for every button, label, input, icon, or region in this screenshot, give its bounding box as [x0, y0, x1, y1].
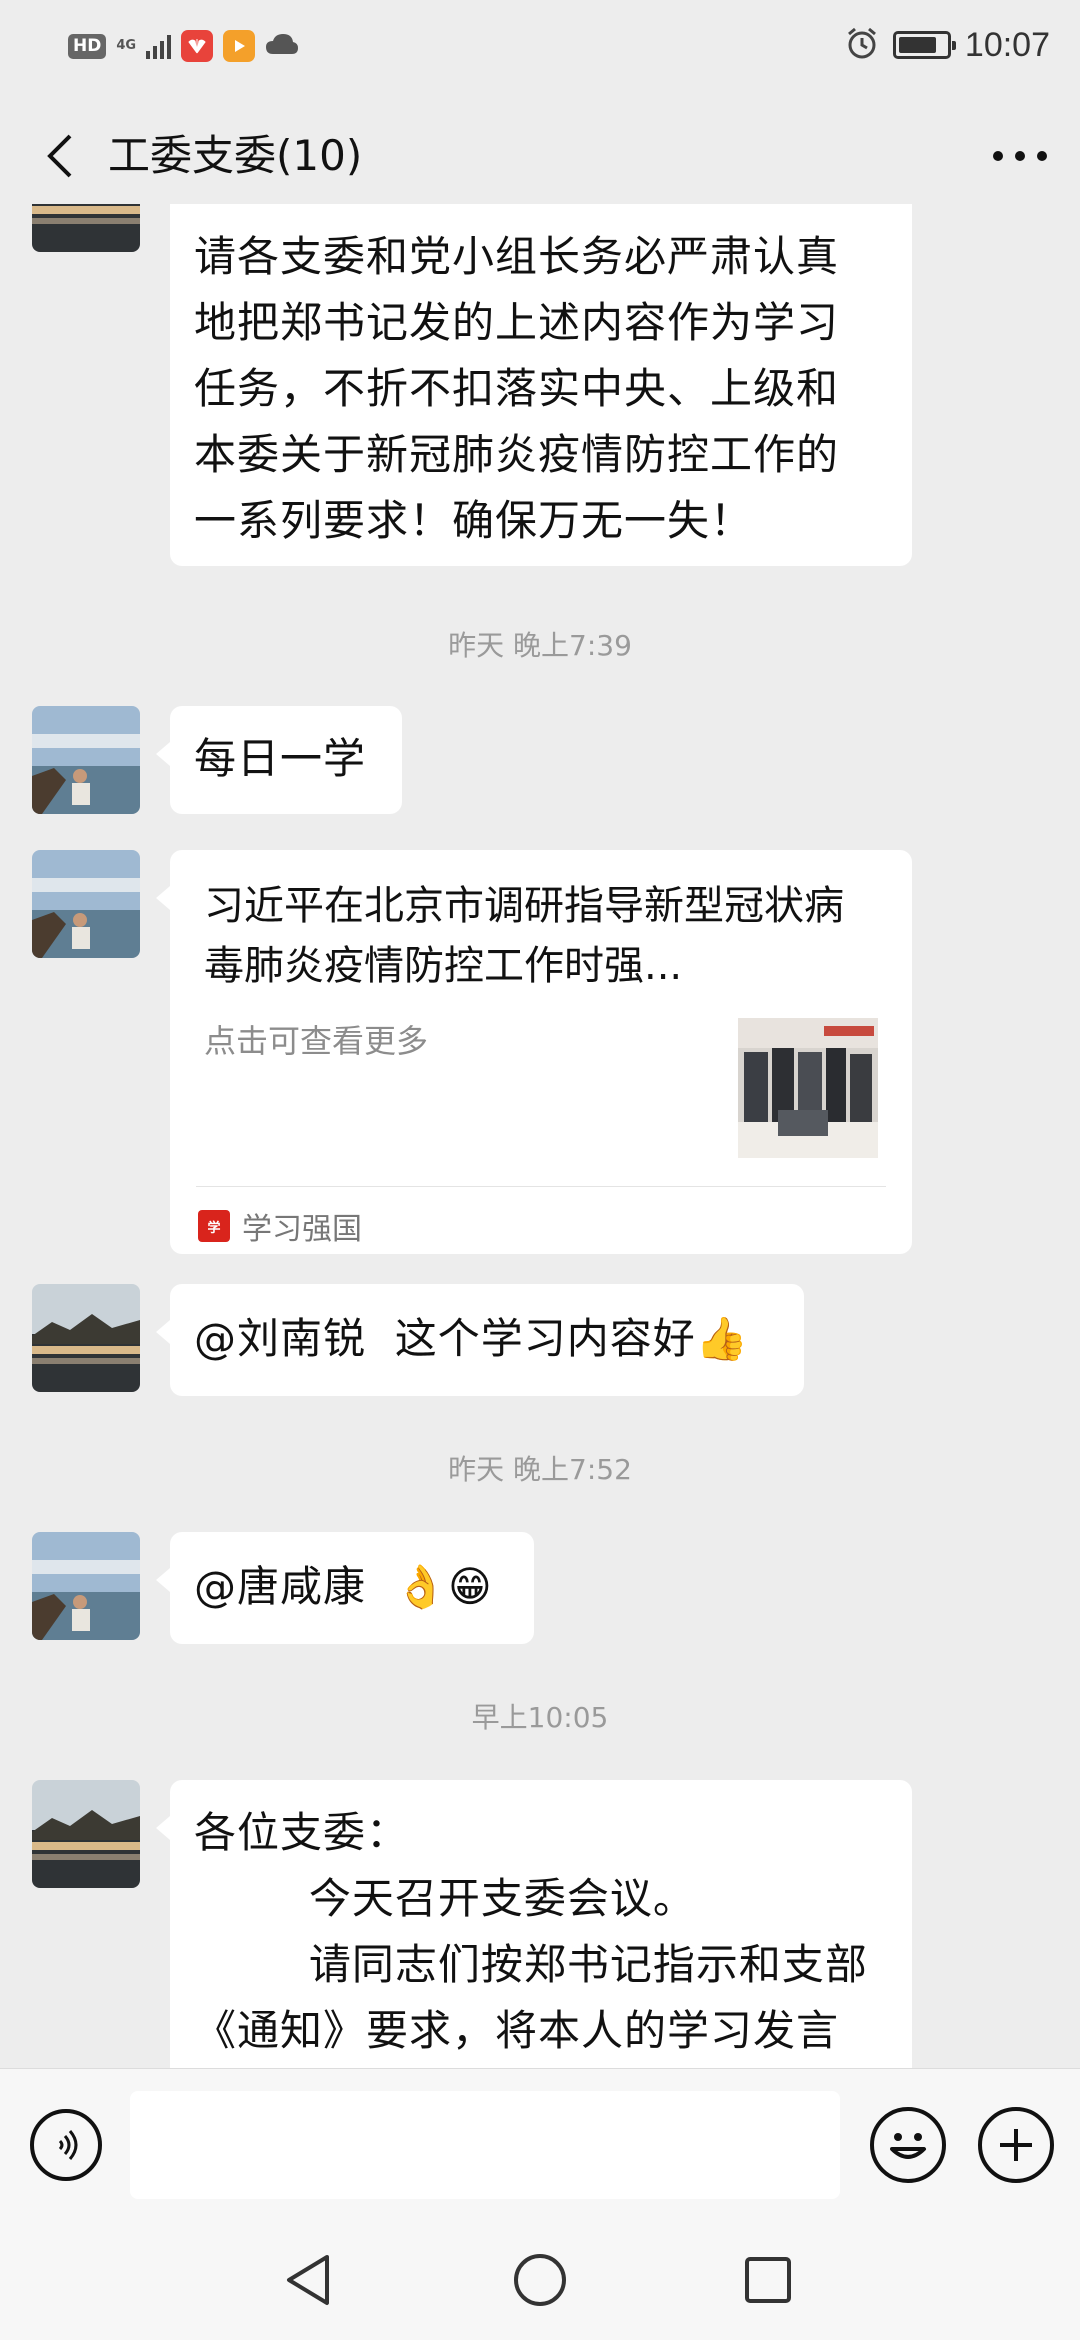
nav-home-button[interactable]: [508, 2248, 572, 2312]
timestamp: 早上10:05: [471, 1701, 609, 1734]
more-dots-icon: [993, 151, 1047, 161]
card-source[interactable]: 学 学习强国: [198, 1200, 362, 1252]
battery-icon: [892, 31, 956, 59]
card-divider: [196, 1186, 886, 1187]
message-text: 各位支委： 今天召开支委会议。 请同志们按郑书记指示和支部 《通知》要求，将本人…: [194, 1808, 868, 2055]
status-time: 10:07: [964, 25, 1050, 64]
plus-button[interactable]: [978, 2107, 1054, 2183]
avatar-sender-b[interactable]: [32, 1532, 140, 1640]
network-type-label: 4G: [116, 38, 137, 53]
chat-screen: HD 4G 10:07 工委支委(10) 请各支委和党小组长务必严肃认真 地把郑…: [0, 0, 1080, 2340]
xuexi-qiangguo-icon: 学: [198, 1210, 230, 1242]
seaside-photo-avatar: [32, 706, 140, 814]
input-bar: [0, 2068, 1080, 2220]
message-bubble[interactable]: 各位支委： 今天召开支委会议。 请同志们按郑书记指示和支部 《通知》要求，将本人…: [156, 1780, 912, 2068]
timestamp: 昨天 晚上7:52: [448, 1453, 632, 1486]
avatar-sender-a[interactable]: [32, 1780, 140, 1888]
more-button[interactable]: [988, 130, 1052, 182]
chat-header: 工委支委(10): [0, 108, 1080, 204]
nav-back-button[interactable]: [276, 2248, 340, 2312]
hd-badge: HD: [68, 33, 107, 59]
chat-title: 工委支委(10): [108, 131, 363, 180]
message-input[interactable]: [130, 2091, 840, 2199]
nav-recents-button[interactable]: [736, 2248, 800, 2312]
seaside-photo-avatar: [32, 1532, 140, 1640]
message-text: @刘南锐 这个学习内容好👍: [194, 1314, 749, 1363]
voice-button[interactable]: [30, 2109, 102, 2181]
huawei-app-icon: [181, 30, 214, 62]
emoji-icon: [890, 2133, 926, 2159]
emoji-button[interactable]: [870, 2107, 946, 2183]
avatar-sender-a[interactable]: [32, 1284, 140, 1392]
message-bubble[interactable]: @刘南锐 这个学习内容好👍: [156, 1284, 804, 1396]
card-source-label: 学习强国: [242, 1212, 362, 1247]
system-nav-bar: [0, 2220, 1080, 2340]
message-text: @唐咸康 👌😁: [194, 1562, 493, 1611]
message-bubble[interactable]: @唐咸康 👌😁: [156, 1532, 534, 1644]
card-title: 习近平在北京市调研指导新型冠状病毒肺炎疫情防控工作时强...: [204, 883, 844, 989]
card-description: 点击可查看更多: [204, 1022, 429, 1060]
signal-icon: [146, 33, 172, 59]
voice-icon: [58, 2130, 78, 2160]
lake-photo-avatar: [32, 1780, 140, 1888]
avatar-sender-b[interactable]: [32, 706, 140, 814]
lake-photo-avatar: [32, 1284, 140, 1392]
back-button[interactable]: [30, 126, 90, 186]
nav-back-icon: [287, 2255, 329, 2305]
battery-level: [898, 37, 936, 53]
avatar-sender-a[interactable]: [32, 204, 140, 252]
card-thumbnail: [738, 1018, 878, 1158]
message-bubble[interactable]: 请各支委和党小组长务必严肃认真 地把郑书记发的上述内容作为学习 任务，不折不扣落…: [170, 204, 912, 566]
video-app-icon: [223, 30, 256, 62]
nav-recents-icon: [745, 2257, 791, 2303]
message-list[interactable]: 请各支委和党小组长务必严肃认真 地把郑书记发的上述内容作为学习 任务，不折不扣落…: [0, 204, 1080, 2068]
lake-photo-avatar: [32, 204, 140, 252]
message-text: 每日一学: [194, 734, 367, 783]
message-text: 请各支委和党小组长务必严肃认真 地把郑书记发的上述内容作为学习 任务，不折不扣落…: [194, 232, 840, 545]
chevron-left-icon: [47, 134, 72, 178]
timestamp: 昨天 晚上7:39: [448, 629, 632, 662]
message-bubble[interactable]: 每日一学: [156, 706, 402, 814]
status-bar: HD 4G 10:07: [0, 0, 1080, 92]
cloud-icon: [265, 32, 299, 60]
avatar-sender-b[interactable]: [32, 850, 140, 958]
alarm-icon: [845, 26, 879, 64]
plus-icon: [1000, 2129, 1032, 2161]
seaside-photo-avatar: [32, 850, 140, 958]
link-card[interactable]: 习近平在北京市调研指导新型冠状病毒肺炎疫情防控工作时强... 点击可查看更多 学…: [156, 850, 912, 1254]
nav-home-icon: [514, 2254, 566, 2306]
